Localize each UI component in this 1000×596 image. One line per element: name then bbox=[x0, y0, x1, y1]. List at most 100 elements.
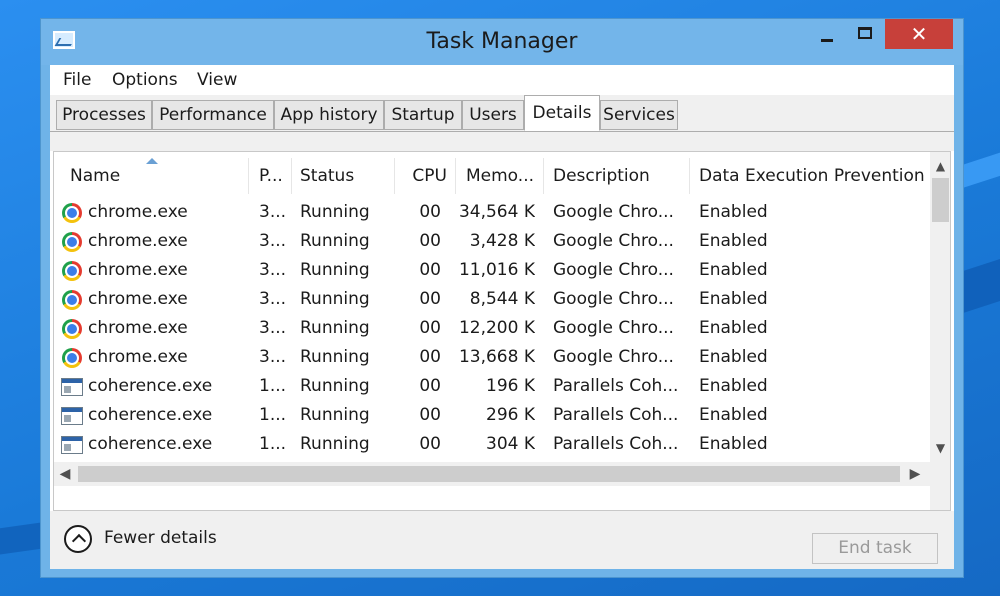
table-row[interactable]: chrome.exe 3... Running 00 8,544 K Googl… bbox=[54, 285, 930, 314]
table-row[interactable]: coherence.exe 1... Running 00 304 K Para… bbox=[54, 430, 930, 459]
fewer-details-button[interactable]: Fewer details bbox=[64, 523, 234, 557]
cell-status: Running bbox=[300, 231, 370, 251]
cell-description: Google Chro... bbox=[553, 260, 674, 280]
menu-view[interactable]: View bbox=[197, 70, 237, 90]
cell-cpu: 00 bbox=[419, 405, 441, 425]
scroll-up-icon[interactable]: ▲ bbox=[930, 156, 950, 176]
chrome-icon bbox=[62, 290, 82, 310]
cell-description: Google Chro... bbox=[553, 318, 674, 338]
cell-dep: Enabled bbox=[699, 376, 768, 396]
tab-performance[interactable]: Performance bbox=[152, 100, 274, 130]
table-row[interactable]: chrome.exe 3... Running 00 3,428 K Googl… bbox=[54, 227, 930, 256]
column-divider[interactable] bbox=[248, 158, 249, 194]
footer-bar: Fewer details End task bbox=[50, 511, 954, 569]
scroll-left-icon[interactable]: ◀ bbox=[54, 462, 76, 486]
cell-dep: Enabled bbox=[699, 434, 768, 454]
maximize-button[interactable] bbox=[847, 19, 883, 49]
cell-pid: 1... bbox=[259, 434, 287, 454]
table-row[interactable]: chrome.exe 3... Running 00 11,016 K Goog… bbox=[54, 256, 930, 285]
column-header-dep[interactable]: Data Execution Prevention bbox=[699, 158, 929, 194]
horizontal-scrollbar[interactable]: ◀ ▶ bbox=[54, 462, 930, 486]
tab-services[interactable]: Services bbox=[600, 100, 678, 130]
column-divider[interactable] bbox=[455, 158, 456, 194]
minimize-button[interactable] bbox=[809, 19, 845, 49]
vertical-scroll-thumb[interactable] bbox=[932, 178, 949, 222]
cell-dep: Enabled bbox=[699, 289, 768, 309]
cell-dep: Enabled bbox=[699, 231, 768, 251]
cell-pid: 3... bbox=[259, 347, 287, 367]
column-header-cpu[interactable]: CPU bbox=[395, 158, 447, 194]
column-header-memory[interactable]: Memo... bbox=[466, 158, 540, 194]
cell-description: Google Chro... bbox=[553, 347, 674, 367]
cell-cpu: 00 bbox=[419, 231, 441, 251]
cell-description: Parallels Coh... bbox=[553, 434, 679, 454]
cell-status: Running bbox=[300, 434, 370, 454]
cell-description: Google Chro... bbox=[553, 202, 674, 222]
cell-dep: Enabled bbox=[699, 405, 768, 425]
cell-pid: 1... bbox=[259, 376, 287, 396]
end-task-button[interactable]: End task bbox=[812, 533, 938, 564]
cell-memory: 196 K bbox=[486, 376, 535, 396]
column-header-description[interactable]: Description bbox=[553, 158, 683, 194]
chrome-icon bbox=[62, 203, 82, 223]
chrome-icon bbox=[62, 348, 82, 368]
cell-cpu: 00 bbox=[419, 202, 441, 222]
task-manager-window: Task Manager ✕ File Options View Process… bbox=[40, 18, 964, 578]
cell-status: Running bbox=[300, 202, 370, 222]
details-table: Name P... Status CPU Memo... Description… bbox=[53, 151, 951, 511]
app-window-icon bbox=[61, 436, 83, 454]
table-row[interactable]: coherence.exe 1... Running 00 196 K Para… bbox=[54, 372, 930, 401]
column-header-pid[interactable]: P... bbox=[259, 158, 291, 194]
cell-cpu: 00 bbox=[419, 434, 441, 454]
scroll-right-icon[interactable]: ▶ bbox=[904, 462, 926, 486]
cell-dep: Enabled bbox=[699, 260, 768, 280]
tab-processes[interactable]: Processes bbox=[56, 100, 152, 130]
column-divider[interactable] bbox=[543, 158, 544, 194]
cell-memory: 12,200 K bbox=[458, 318, 535, 338]
horizontal-scroll-thumb[interactable] bbox=[78, 466, 900, 482]
maximize-icon bbox=[858, 27, 872, 39]
cell-description: Google Chro... bbox=[553, 289, 674, 309]
cell-cpu: 00 bbox=[419, 347, 441, 367]
fewer-details-label: Fewer details bbox=[104, 528, 217, 548]
table-row[interactable]: chrome.exe 3... Running 00 34,564 K Goog… bbox=[54, 198, 930, 227]
client-area: File Options View Processes Performance … bbox=[50, 65, 954, 569]
menu-options[interactable]: Options bbox=[112, 70, 178, 90]
cell-status: Running bbox=[300, 347, 370, 367]
cell-name: coherence.exe bbox=[88, 434, 213, 454]
cell-dep: Enabled bbox=[699, 318, 768, 338]
close-icon: ✕ bbox=[910, 22, 928, 46]
cell-name: chrome.exe bbox=[88, 347, 188, 367]
table-row[interactable]: coherence.exe 1... Running 00 296 K Para… bbox=[54, 401, 930, 430]
cell-name: coherence.exe bbox=[88, 405, 213, 425]
menu-file[interactable]: File bbox=[63, 70, 91, 90]
tab-startup[interactable]: Startup bbox=[384, 100, 462, 130]
scrollbar-corner bbox=[930, 462, 950, 486]
cell-memory: 296 K bbox=[486, 405, 535, 425]
close-button[interactable]: ✕ bbox=[885, 19, 953, 49]
cell-pid: 3... bbox=[259, 318, 287, 338]
cell-memory: 304 K bbox=[486, 434, 535, 454]
tab-users[interactable]: Users bbox=[462, 100, 524, 130]
table-row[interactable]: chrome.exe 3... Running 00 12,200 K Goog… bbox=[54, 314, 930, 343]
cell-status: Running bbox=[300, 289, 370, 309]
column-divider[interactable] bbox=[689, 158, 690, 194]
column-header-status[interactable]: Status bbox=[300, 158, 390, 194]
cell-status: Running bbox=[300, 376, 370, 396]
cell-status: Running bbox=[300, 405, 370, 425]
cell-status: Running bbox=[300, 260, 370, 280]
tab-app-history[interactable]: App history bbox=[274, 100, 384, 130]
cell-name: chrome.exe bbox=[88, 289, 188, 309]
cell-name: chrome.exe bbox=[88, 231, 188, 251]
column-header-name[interactable]: Name bbox=[70, 158, 246, 194]
scroll-down-icon[interactable]: ▼ bbox=[930, 438, 950, 458]
title-bar[interactable]: Task Manager ✕ bbox=[41, 19, 963, 65]
cell-memory: 13,668 K bbox=[458, 347, 535, 367]
cell-pid: 3... bbox=[259, 231, 287, 251]
column-divider[interactable] bbox=[291, 158, 292, 194]
vertical-scrollbar[interactable]: ▲ ▼ bbox=[930, 152, 950, 510]
tab-details[interactable]: Details bbox=[524, 95, 600, 131]
menu-bar: File Options View bbox=[50, 65, 954, 95]
table-row[interactable]: chrome.exe 3... Running 00 13,668 K Goog… bbox=[54, 343, 930, 372]
cell-pid: 3... bbox=[259, 260, 287, 280]
